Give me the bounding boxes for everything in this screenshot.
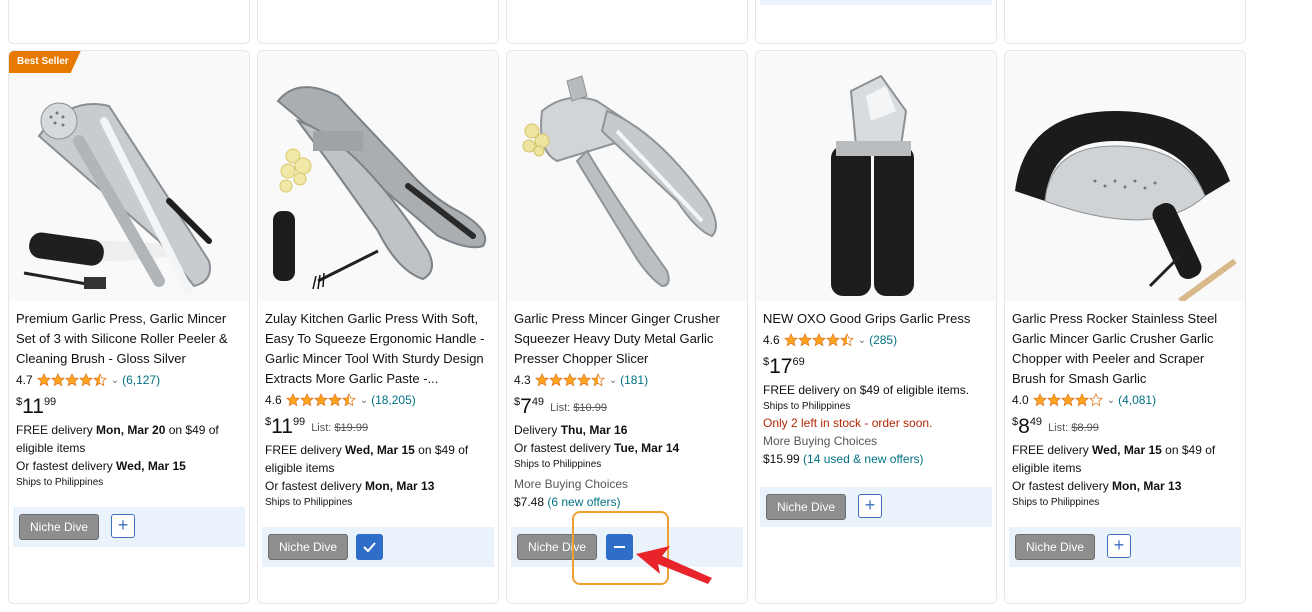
product-title[interactable]: Zulay Kitchen Garlic Press With Soft, Ea… xyxy=(265,309,492,389)
product-title[interactable]: NEW OXO Good Grips Garlic Press xyxy=(763,309,990,329)
product-title[interactable]: Garlic Press Mincer Ginger Crusher Squee… xyxy=(514,309,741,369)
ships-to: Ships to Philippines xyxy=(265,497,353,508)
product-image[interactable] xyxy=(507,51,747,301)
add-to-list-button[interactable]: + xyxy=(111,514,135,538)
product-title[interactable]: Garlic Press Rocker Stainless Steel Garl… xyxy=(1012,309,1239,389)
fastest-delivery-info: Or fastest delivery Tue, Mar 14 xyxy=(514,441,680,455)
delivery-info: FREE delivery Wed, Mar 15 on $49 of elig… xyxy=(1012,443,1216,475)
previous-row-card xyxy=(257,0,499,44)
offers-link[interactable]: (6 new offers) xyxy=(547,495,620,509)
chevron-down-icon[interactable]: ⌄ xyxy=(609,375,617,386)
rating-value: 4.3 xyxy=(514,373,531,387)
list-price: List: $19.99 xyxy=(311,422,369,434)
niche-dive-bar: Niche Dive + xyxy=(13,507,245,547)
product-card[interactable]: Zulay Kitchen Garlic Press With Soft, Ea… xyxy=(257,50,499,604)
list-price: List: $8.99 xyxy=(1048,422,1099,434)
garlic-press-image xyxy=(258,51,498,301)
offers-link[interactable]: (14 used & new offers) xyxy=(803,452,924,466)
price[interactable]: $ 8 49 List: $8.99 xyxy=(1012,415,1239,441)
delivery-info: FREE delivery Wed, Mar 15 on $49 of elig… xyxy=(265,443,469,475)
star-rating-icon[interactable] xyxy=(783,333,856,347)
previous-row-card xyxy=(8,0,250,44)
red-arrow-icon xyxy=(636,546,712,584)
more-offers: $7.48 (6 new offers) xyxy=(514,495,621,509)
chevron-down-icon[interactable]: ⌄ xyxy=(858,335,866,346)
more-buying-choices: More Buying Choices xyxy=(763,434,878,448)
fastest-delivery-info: Or fastest delivery Mon, Mar 13 xyxy=(265,479,435,493)
niche-dive-button[interactable]: Niche Dive xyxy=(766,494,846,520)
remove-from-list-button[interactable] xyxy=(606,534,633,560)
product-card[interactable]: NEW OXO Good Grips Garlic Press 4.6 ⌄ (2… xyxy=(755,50,997,604)
previous-row-card xyxy=(1004,0,1246,44)
add-to-list-button[interactable]: + xyxy=(1107,534,1131,558)
niche-dive-button[interactable]: Niche Dive xyxy=(1015,534,1095,560)
niche-dive-button[interactable]: Niche Dive xyxy=(19,514,99,540)
garlic-press-image xyxy=(9,51,249,301)
rating-value: 4.6 xyxy=(265,393,282,407)
product-card[interactable]: Garlic Press Mincer Ginger Crusher Squee… xyxy=(506,50,748,604)
previous-row-card xyxy=(755,0,997,44)
chevron-down-icon[interactable]: ⌄ xyxy=(1107,395,1115,406)
best-seller-badge: Best Seller xyxy=(9,51,81,73)
garlic-press-image xyxy=(756,51,996,301)
price[interactable]: $ 11 99 xyxy=(16,395,243,421)
niche-dive-button[interactable]: Niche Dive xyxy=(268,534,348,560)
more-offers: $15.99 (14 used & new offers) xyxy=(763,452,924,466)
star-rating-icon[interactable] xyxy=(36,373,109,387)
chevron-down-icon[interactable]: ⌄ xyxy=(360,395,368,406)
ships-to: Ships to Philippines xyxy=(763,401,851,412)
review-count[interactable]: (4,081) xyxy=(1118,393,1156,407)
product-card[interactable]: Garlic Press Rocker Stainless Steel Garl… xyxy=(1004,50,1246,604)
added-check-button[interactable] xyxy=(356,534,383,560)
star-rating-icon[interactable] xyxy=(534,373,607,387)
product-image[interactable] xyxy=(258,51,498,301)
niche-dive-bar: Niche Dive + xyxy=(1009,527,1241,567)
product-image[interactable] xyxy=(9,51,249,301)
chevron-down-icon[interactable]: ⌄ xyxy=(111,375,119,386)
star-rating-icon[interactable] xyxy=(285,393,358,407)
product-title[interactable]: Premium Garlic Press, Garlic Mincer Set … xyxy=(16,309,243,369)
fastest-delivery-info: Or fastest delivery Mon, Mar 13 xyxy=(1012,479,1182,493)
review-count[interactable]: (6,127) xyxy=(122,373,160,387)
rating-value: 4.7 xyxy=(16,373,33,387)
product-image[interactable] xyxy=(756,51,996,301)
niche-dive-bar: Niche Dive + xyxy=(760,487,992,527)
add-to-list-button[interactable]: + xyxy=(858,494,882,518)
previous-row-card xyxy=(506,0,748,44)
delivery-info: Delivery Thu, Mar 16 xyxy=(514,423,628,437)
rating-value: 4.6 xyxy=(763,333,780,347)
stock-warning: Only 2 left in stock - order soon. xyxy=(763,416,933,430)
list-price: List: $10.99 xyxy=(550,402,607,414)
ships-to: Ships to Philippines xyxy=(514,459,602,470)
delivery-info: FREE delivery on $49 of eligible items. xyxy=(763,383,970,397)
more-buying-choices: More Buying Choices xyxy=(514,477,629,491)
niche-dive-bar: Niche Dive xyxy=(262,527,494,567)
product-card[interactable]: Best Seller Premium Garlic Press, Garlic… xyxy=(8,50,250,604)
star-rating-icon[interactable] xyxy=(1032,393,1105,407)
review-count[interactable]: (181) xyxy=(620,373,648,387)
ships-to: Ships to Philippines xyxy=(16,477,104,488)
check-icon xyxy=(363,542,376,553)
price[interactable]: $ 11 99 List: $19.99 xyxy=(265,415,492,441)
price[interactable]: $ 17 69 xyxy=(763,355,990,381)
rating-value: 4.0 xyxy=(1012,393,1029,407)
product-image[interactable] xyxy=(1005,51,1245,301)
garlic-press-image xyxy=(507,51,747,301)
niche-dive-button[interactable]: Niche Dive xyxy=(517,534,597,560)
review-count[interactable]: (285) xyxy=(869,333,897,347)
fastest-delivery-info: Or fastest delivery Wed, Mar 15 xyxy=(16,459,186,473)
garlic-press-image xyxy=(1005,51,1245,301)
price[interactable]: $ 7 49 List: $10.99 xyxy=(514,395,741,421)
review-count[interactable]: (18,205) xyxy=(371,393,416,407)
ships-to: Ships to Philippines xyxy=(1012,497,1100,508)
delivery-info: FREE delivery Mon, Mar 20 on $49 of elig… xyxy=(16,423,219,455)
